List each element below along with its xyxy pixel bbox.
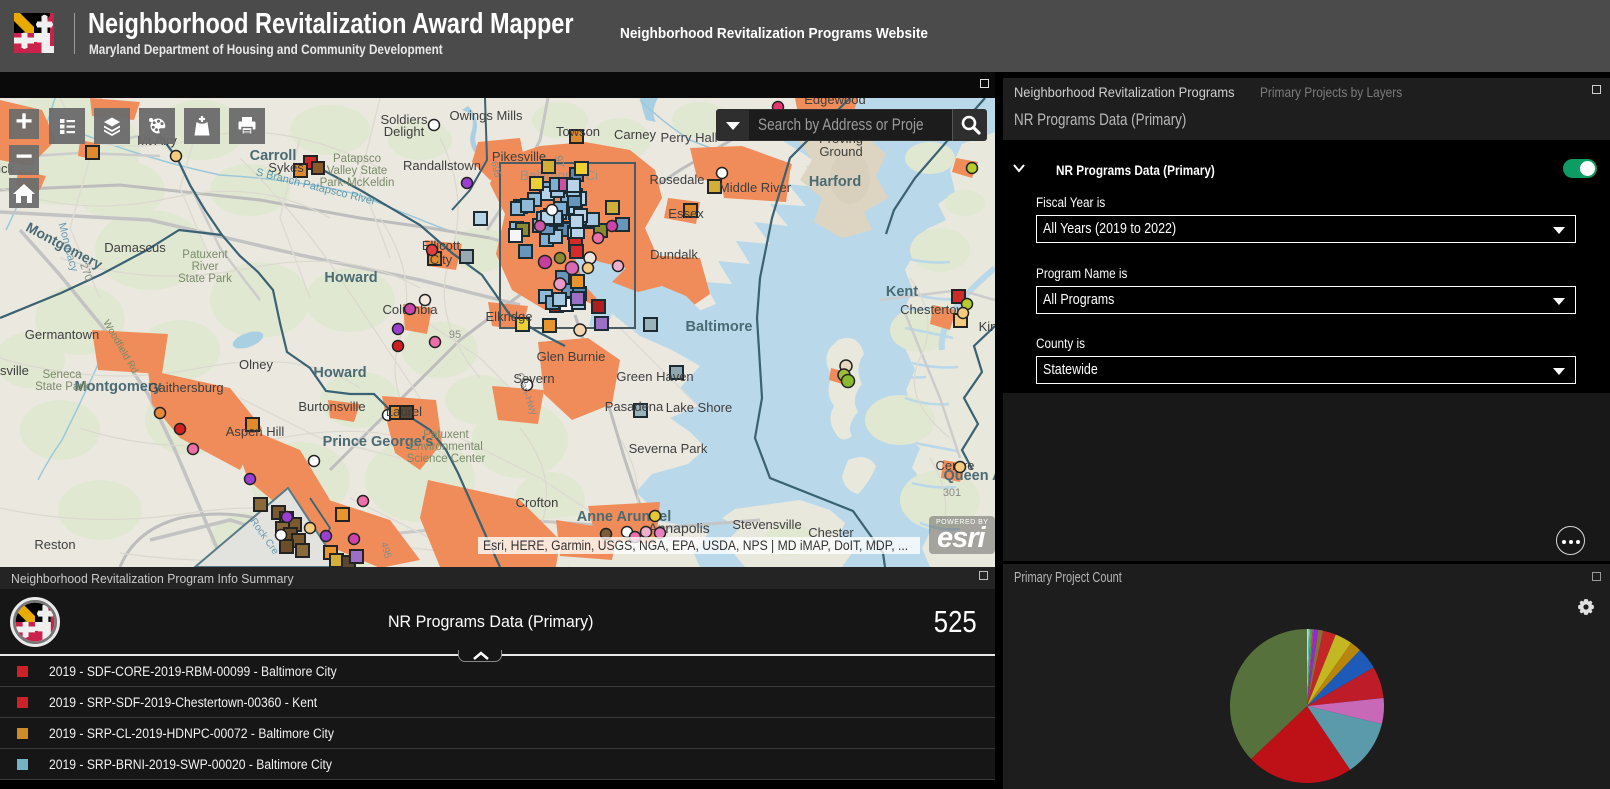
svg-text:Harford: Harford [809,174,861,190]
svg-text:Towson: Towson [556,124,600,139]
svg-text:Essex: Essex [668,206,704,221]
svg-text:Patapsco: Patapsco [333,153,381,165]
svg-text:Green Haven: Green Haven [616,369,693,384]
svg-text:Stevensville: Stevensville [732,517,801,532]
svg-text:Reston: Reston [34,537,75,552]
svg-text:Howard: Howard [324,270,377,286]
svg-text:Laurel: Laurel [386,404,422,419]
svg-text:Olney: Olney [239,357,273,372]
svg-text:Kin: Kin [979,319,995,334]
svg-text:Valley State: Valley State [327,165,388,177]
svg-text:State Park: State Park [35,381,89,393]
svg-text:Delight: Delight [384,124,425,139]
svg-text:Crofton: Crofton [516,495,559,510]
svg-text:Gaithersburg: Gaithersburg [148,380,223,395]
svg-text:Owings Mills: Owings Mills [450,108,523,123]
svg-text:Patuxent: Patuxent [423,429,469,441]
svg-text:Science Center: Science Center [407,453,486,465]
svg-text:Aspen Hill: Aspen Hill [226,424,285,439]
svg-text:Edgewood: Edgewood [804,98,865,107]
svg-text:97: 97 [552,154,566,168]
svg-text:Elkridge: Elkridge [486,309,533,324]
svg-text:Dundalk: Dundalk [650,247,698,262]
svg-text:Carney: Carney [614,127,656,142]
svg-text:Rosedale: Rosedale [650,172,705,187]
svg-text:95: 95 [449,329,461,341]
svg-text:Lake Shore: Lake Shore [666,400,733,415]
svg-text:Seneca: Seneca [42,369,82,381]
svg-text:River: River [192,261,219,273]
svg-text:Environmental: Environmental [409,441,483,453]
svg-text:Kent: Kent [886,284,918,300]
svg-text:Pasadena: Pasadena [605,399,664,414]
svg-text:State Park: State Park [178,273,232,285]
svg-text:Germantown: Germantown [25,327,99,342]
svg-text:Chestertow: Chestertow [900,302,966,317]
svg-text:Middle River: Middle River [719,180,792,195]
svg-text:Damascus: Damascus [104,240,166,255]
svg-text:Howard: Howard [313,365,366,381]
svg-text:Severna Park: Severna Park [629,441,708,456]
svg-text:Perry Hall: Perry Hall [660,130,717,145]
svg-text:Patuxent: Patuxent [182,249,228,261]
svg-text:Baltimore: Baltimore [686,319,753,335]
svg-text:301: 301 [943,487,961,499]
svg-text:Randallstown: Randallstown [403,158,481,173]
svg-text:Glen Burnie: Glen Burnie [537,349,606,364]
svg-text:Ground: Ground [819,144,862,159]
svg-text:...sville: ...sville [0,363,29,378]
svg-text:Burtonsville: Burtonsville [298,399,365,414]
